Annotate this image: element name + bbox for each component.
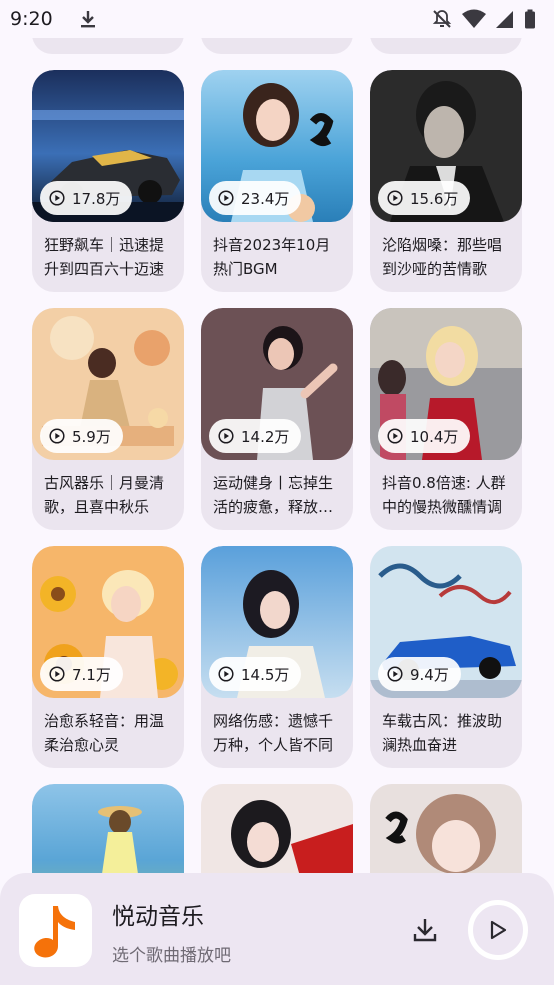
play-count: 14.5万	[241, 665, 290, 684]
playlist-title: 治愈系轻音：用温柔治愈心灵	[44, 712, 165, 754]
play-count: 7.1万	[72, 665, 111, 684]
status-bar: 9:20	[0, 0, 554, 38]
playlist-title: 运动健身丨忘掉生活的疲惫，释放压力	[213, 474, 334, 516]
mini-player[interactable]: 悦动音乐 选个歌曲播放吧	[0, 873, 554, 985]
playlist-grid: 17.8万 狂野飙车｜迅速提升到四百六十迈速 23.4万 抖音2023年10月热…	[0, 0, 554, 985]
play-count-badge: 7.1万	[40, 657, 123, 691]
playlist-card[interactable]: 23.4万 抖音2023年10月热门BGM	[201, 70, 353, 292]
playlist-title: 古风器乐｜月曼清歌，且喜中秋乐	[44, 474, 165, 516]
play-count: 17.8万	[72, 189, 121, 208]
playlist-title: 抖音2023年10月热门BGM	[213, 236, 331, 278]
player-app-name: 悦动音乐	[112, 904, 204, 930]
play-circle-icon	[49, 666, 65, 682]
playlist-card[interactable]: 7.1万 治愈系轻音：用温柔治愈心灵	[32, 546, 184, 768]
play-count-badge: 10.4万	[378, 419, 471, 453]
play-count: 5.9万	[72, 427, 111, 446]
playlist-card[interactable]: 15.6万 沦陷烟嗓：那些唱到沙哑的苦情歌	[370, 70, 522, 292]
play-circle-icon	[49, 428, 65, 444]
play-circle-icon	[49, 190, 65, 206]
play-count-badge: 14.2万	[209, 419, 302, 453]
play-count-badge: 15.6万	[378, 181, 471, 215]
playlist-card[interactable]: 14.5万 网络伤感：遗憾千万种，个人皆不同	[201, 546, 353, 768]
play-count: 15.6万	[410, 189, 459, 208]
playlist-title: 网络伤感：遗憾千万种，个人皆不同	[213, 712, 334, 754]
play-circle-icon	[387, 666, 403, 682]
playlist-title: 沦陷烟嗓：那些唱到沙哑的苦情歌	[382, 236, 503, 278]
play-count-badge: 5.9万	[40, 419, 123, 453]
play-count-badge: 9.4万	[378, 657, 461, 691]
play-circle-icon	[218, 666, 234, 682]
play-count: 14.2万	[241, 427, 290, 446]
play-count: 23.4万	[241, 189, 290, 208]
download-icon	[80, 11, 95, 28]
playlist-title: 抖音0.8倍速: 人群中的慢热微醺情调	[382, 474, 506, 516]
playlist-title: 车载古风：推波助澜热血奋进	[382, 712, 503, 754]
playlist-title: 狂野飙车｜迅速提升到四百六十迈速	[44, 236, 165, 278]
playlist-card[interactable]: 9.4万 车载古风：推波助澜热血奋进	[370, 546, 522, 768]
player-subtitle: 选个歌曲播放吧	[112, 946, 231, 966]
music-note-icon	[33, 905, 75, 957]
play-count-badge: 23.4万	[209, 181, 302, 215]
play-icon	[490, 920, 507, 940]
play-circle-icon	[218, 428, 234, 444]
notifications-off-icon	[432, 10, 452, 28]
playlist-card[interactable]: 17.8万 狂野飙车｜迅速提升到四百六十迈速	[32, 70, 184, 292]
app-logo	[19, 894, 92, 967]
playlist-card[interactable]: 14.2万 运动健身丨忘掉生活的疲惫，释放压力	[201, 308, 353, 530]
play-count: 10.4万	[410, 427, 459, 446]
play-count: 9.4万	[410, 665, 449, 684]
play-button[interactable]	[468, 900, 528, 960]
playlist-card[interactable]: 5.9万 古风器乐｜月曼清歌，且喜中秋乐	[32, 308, 184, 530]
playlist-card[interactable]: 10.4万 抖音0.8倍速: 人群中的慢热微醺情调	[370, 308, 522, 530]
status-time: 9:20	[10, 8, 53, 30]
wifi-icon	[462, 9, 486, 28]
download-button[interactable]	[408, 913, 442, 947]
play-count-badge: 14.5万	[209, 657, 302, 691]
download-icon	[413, 919, 437, 942]
play-count-badge: 17.8万	[40, 181, 133, 215]
battery-icon	[525, 9, 535, 29]
play-circle-icon	[218, 190, 234, 206]
play-circle-icon	[387, 428, 403, 444]
play-circle-icon	[387, 190, 403, 206]
signal-icon	[496, 11, 513, 28]
